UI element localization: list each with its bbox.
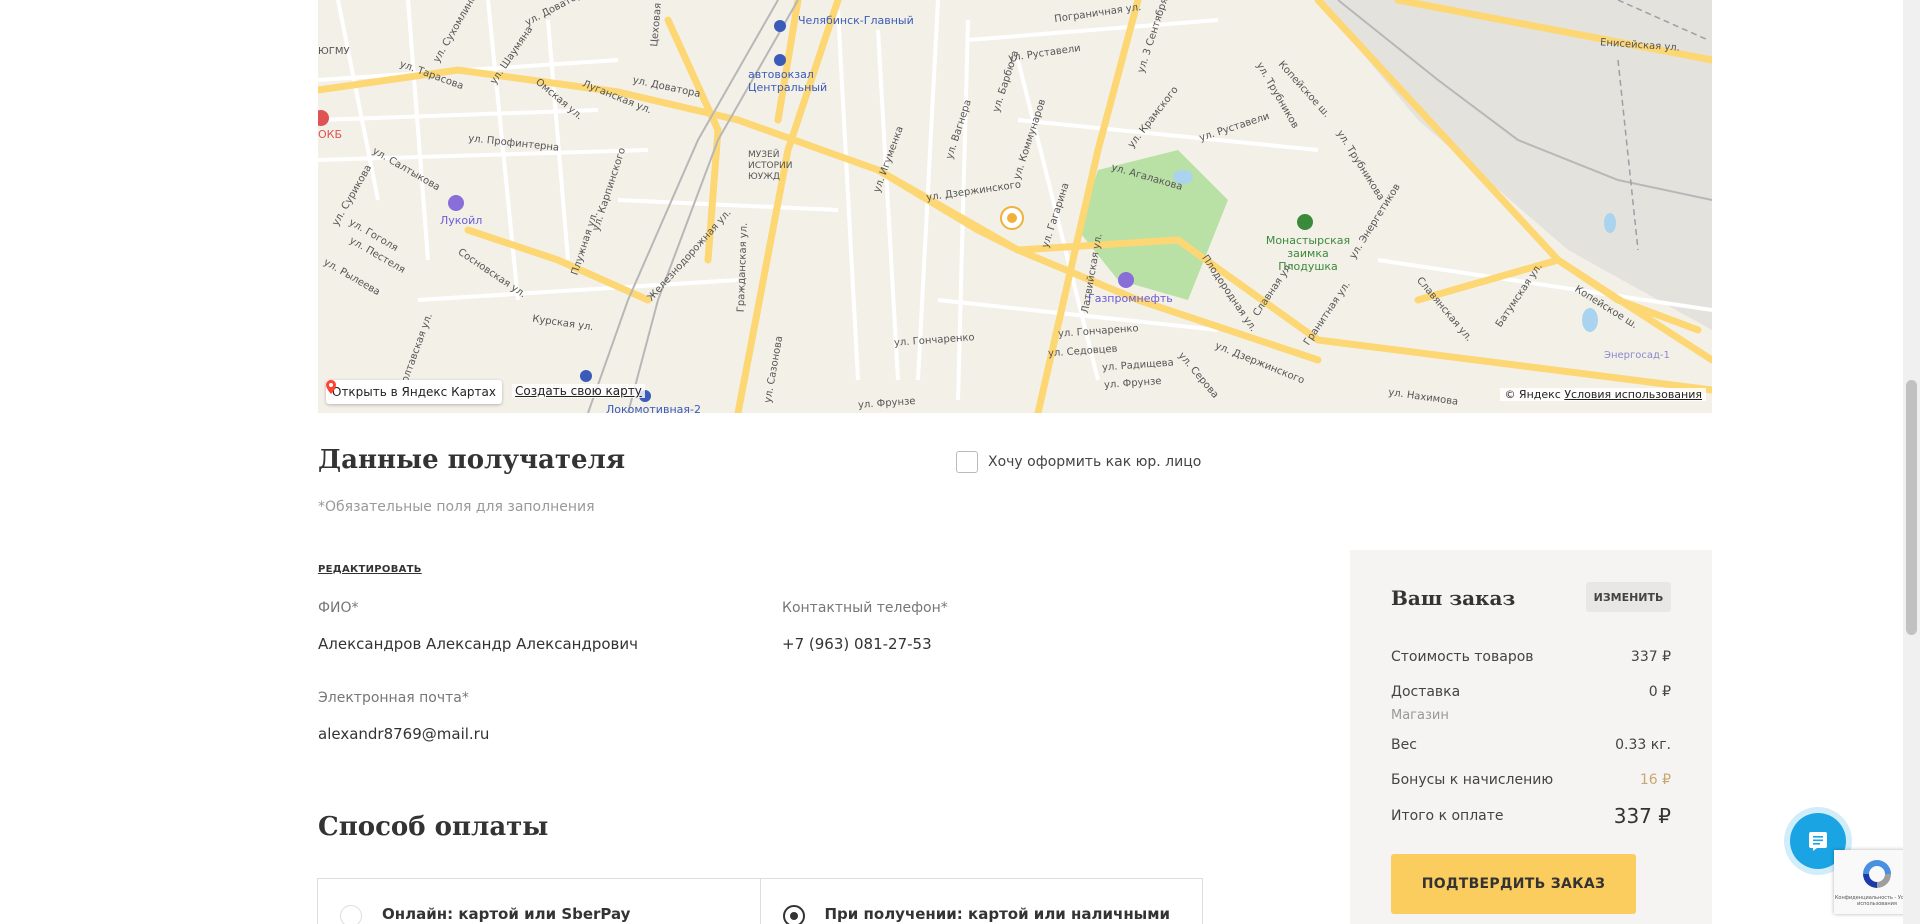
email-label: Электронная почта* — [318, 690, 469, 706]
delivery-row: Доставка 0 ₽ — [1391, 684, 1671, 700]
bonus-label: Бонусы к начислению — [1391, 772, 1554, 788]
yandex-map[interactable]: Челябинск-Главный автовокзал Центральный… — [318, 0, 1712, 413]
copyright-text: © Яндекс — [1504, 388, 1561, 401]
phone-value: +7 (963) 081-27-53 — [782, 635, 932, 653]
weight-value: 0.33 кг. — [1615, 737, 1671, 753]
scrollbar[interactable] — [1903, 0, 1920, 924]
chat-icon — [1809, 832, 1827, 851]
goods-cost-row: Стоимость товаров 337 ₽ — [1391, 649, 1671, 665]
recaptcha-icon — [1863, 860, 1891, 888]
map-copyright: © Яндекс Условия использования — [1500, 388, 1706, 401]
email-value: alexandr8769@mail.ru — [318, 725, 490, 743]
map-label-lukoil: Лукойл — [440, 214, 483, 227]
terms-link[interactable]: Условия использования — [1564, 388, 1702, 401]
delivery-label: Доставка — [1391, 684, 1461, 700]
fio-label: ФИО* — [318, 600, 359, 616]
scrollbar-thumb[interactable] — [1906, 380, 1917, 635]
bonus-row: Бонусы к начислению 16 ₽ — [1391, 772, 1671, 788]
payment-option-label: Онлайн: картой или SberPay — [382, 905, 631, 923]
open-in-yandex-button[interactable]: Открыть в Яндекс Картах — [326, 380, 502, 404]
create-map-link[interactable]: Создать свою карту — [512, 384, 645, 398]
weight-row: Вес 0.33 кг. — [1391, 737, 1671, 753]
total-row: Итого к оплате 337 ₽ — [1391, 804, 1671, 828]
weight-label: Вес — [1391, 737, 1417, 753]
radio-on-delivery[interactable] — [782, 905, 805, 924]
map-label-okb: ОКБ — [318, 128, 343, 141]
map-label-monastery: Монастырская заимка Плодушка — [1265, 234, 1351, 273]
legal-entity-label: Хочу оформить как юр. лицо — [988, 454, 1202, 470]
total-value: 337 ₽ — [1613, 804, 1671, 828]
required-note: *Обязательные поля для заполнения — [318, 499, 595, 515]
goods-cost-label: Стоимость товаров — [1391, 649, 1534, 665]
fio-value: Александров Александр Александрович — [318, 635, 639, 653]
order-summary: Ваш заказ ИЗМЕНИТЬ Стоимость товаров 337… — [1350, 550, 1712, 924]
payment-option-label: При получении: картой или наличными — [824, 905, 1171, 923]
bonus-value: 16 ₽ — [1639, 772, 1671, 788]
payment-option-on-delivery[interactable]: При получении: картой или наличными — [759, 879, 1203, 924]
change-order-button[interactable]: ИЗМЕНИТЬ — [1586, 582, 1671, 612]
payment-title: Способ оплаты — [318, 812, 549, 842]
map-label-bus-station: автовокзал Центральный — [748, 68, 828, 94]
map-label-gmu: ЮГМУ — [318, 46, 350, 57]
confirm-order-button[interactable]: ПОДТВЕРДИТЬ ЗАКАЗ — [1391, 854, 1636, 914]
recipient-title: Данные получателя — [318, 445, 626, 475]
payment-options: Онлайн: картой или SberPay При получении… — [317, 878, 1203, 924]
map-label-lokomotivnaya: Локомотивная-2 — [606, 403, 701, 413]
open-in-yandex-label: Открыть в Яндекс Картах — [332, 385, 496, 399]
map-label-gazpromneft: Газпромнефть — [1088, 292, 1173, 305]
payment-option-online[interactable]: Онлайн: картой или SberPay — [318, 879, 760, 924]
map-pin-icon — [326, 380, 336, 394]
legal-entity-checkbox[interactable]: Хочу оформить как юр. лицо — [956, 451, 1201, 473]
phone-label: Контактный телефон* — [782, 600, 948, 616]
total-label: Итого к оплате — [1391, 808, 1504, 824]
checkbox-box[interactable] — [956, 451, 978, 473]
goods-cost-value: 337 ₽ — [1630, 649, 1671, 665]
edit-link[interactable]: РЕДАКТИРОВАТЬ — [318, 564, 422, 575]
order-title: Ваш заказ — [1391, 586, 1516, 610]
map-label-station: Челябинск-Главный — [798, 14, 914, 27]
delivery-method: Магазин — [1391, 708, 1449, 723]
map-label-museum: МУЗЕЙ ИСТОРИИ ЮУЖД — [748, 150, 793, 182]
map-label-energosad: Энергосад-1 — [1604, 350, 1670, 361]
radio-online[interactable] — [340, 905, 362, 924]
delivery-value: 0 ₽ — [1648, 684, 1671, 700]
